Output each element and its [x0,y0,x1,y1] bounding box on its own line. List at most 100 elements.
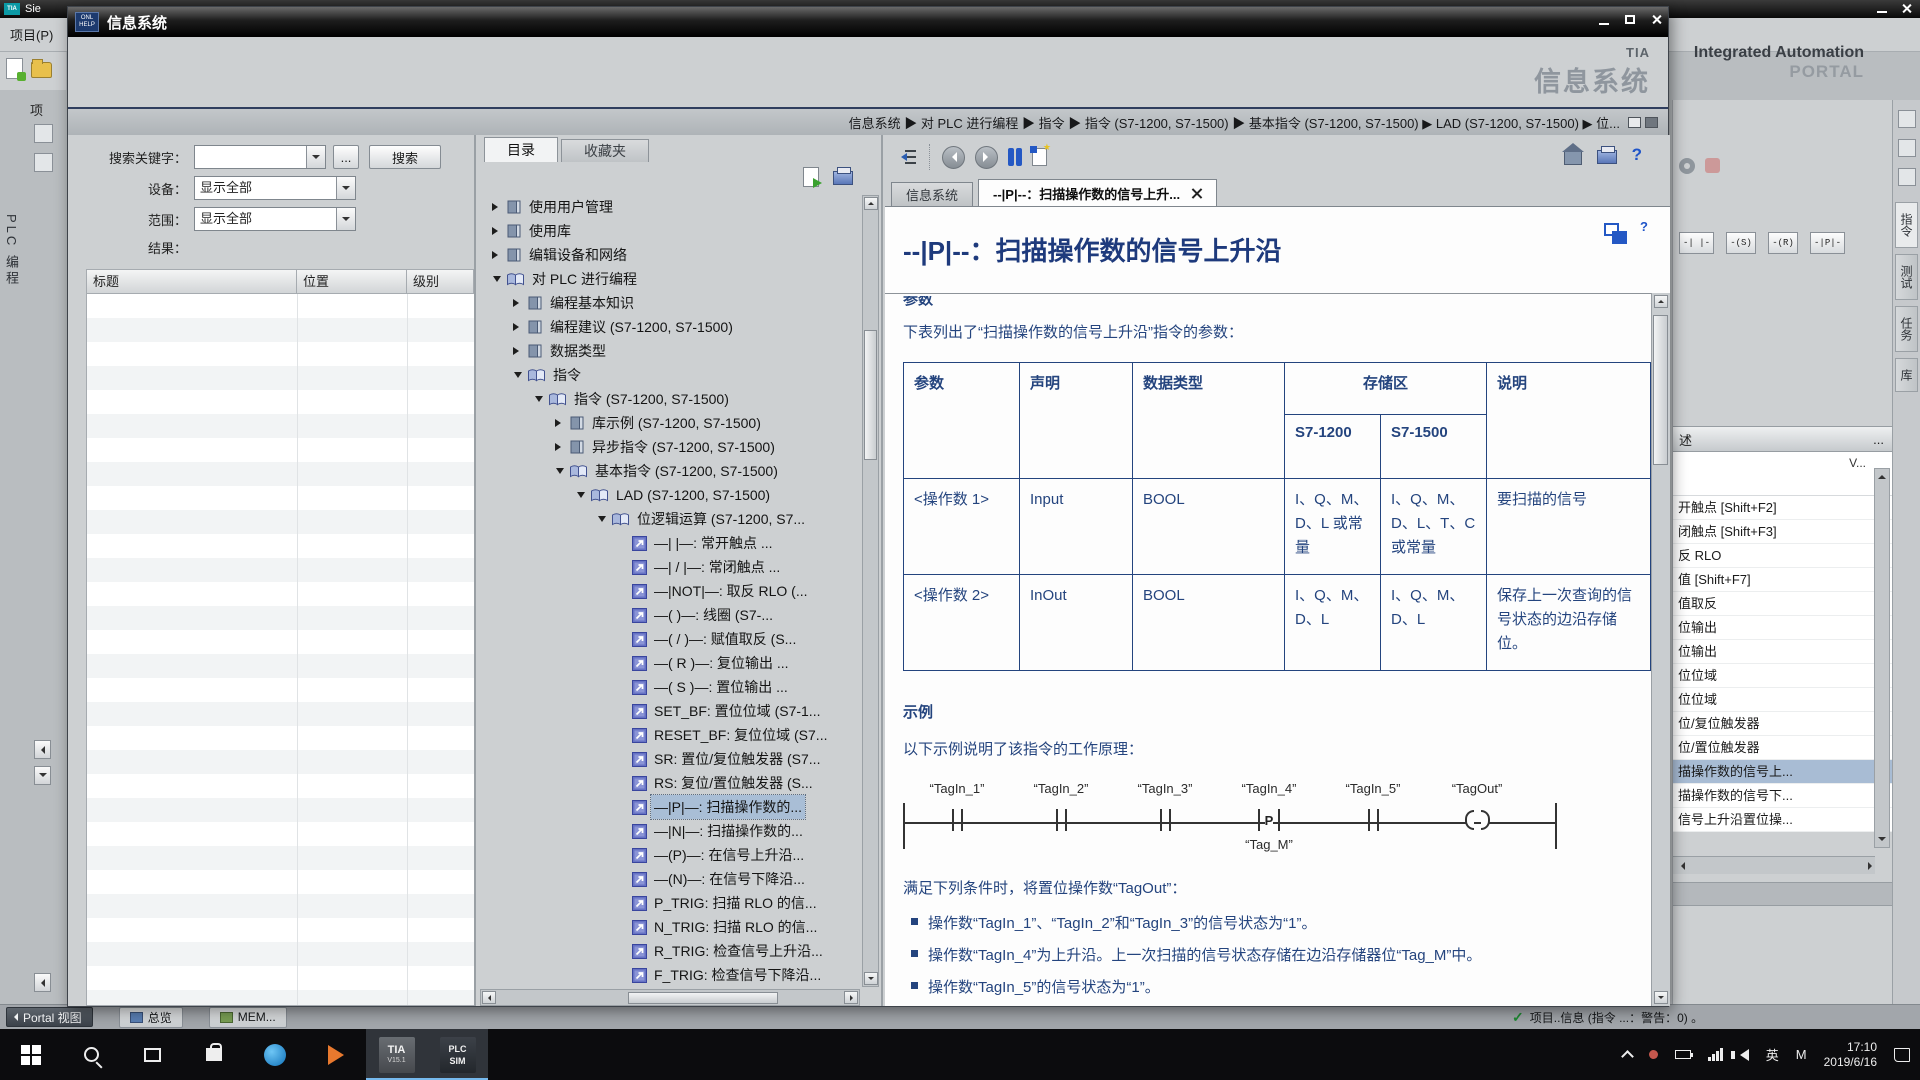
locate-in-contents-icon[interactable] [897,148,917,166]
gear-icon[interactable] [1679,158,1695,174]
close-icon[interactable] [1651,14,1662,25]
panel-icon[interactable] [34,153,53,172]
toc-item[interactable]: 编程基本知识 [480,291,860,315]
tab-tasks[interactable]: 任务 [1895,306,1918,352]
back-button[interactable] [942,146,965,169]
toc-item[interactable]: —|NOT|—: 取反 RLO (... [480,579,860,603]
strip-icon[interactable] [1898,139,1916,157]
toc-item[interactable]: —( R )—: 复位输出 ... [480,651,860,675]
tab-contents[interactable]: 目录 [484,137,558,162]
toc-item[interactable]: 位逻辑运算 (S7-1200, S7... [480,507,860,531]
instructions-scrollbar[interactable] [1874,468,1890,848]
tab-favorites[interactable]: 收藏夹 [561,139,649,162]
toc-horizontal-scrollbar[interactable] [480,989,860,1006]
editor-tab-block[interactable]: MEM... [209,1007,287,1028]
scroll-left-icon[interactable] [1677,862,1685,870]
toc-item[interactable]: —| / |—: 常闭触点 ... [480,555,860,579]
layout-icon[interactable] [1628,117,1641,128]
toc-item[interactable]: —|P|—: 扫描操作数的... [480,795,860,819]
next-palette-header[interactable] [1673,882,1893,906]
tab-instructions[interactable]: 指令 [1895,202,1918,248]
instruction-item[interactable]: 值 [Shift+F7] [1673,568,1892,592]
scroll-down-button[interactable] [864,972,878,985]
instruction-item[interactable]: 位位域 [1673,664,1892,688]
favorite-reset-coil-icon[interactable]: -(R) [1768,232,1798,254]
browser-button[interactable] [244,1029,305,1080]
toc-item[interactable]: 使用用户管理 [480,195,860,219]
toc-item[interactable]: —( )—: 线圈 (S7-... [480,603,860,627]
toc-item[interactable]: 编辑设备和网络 [480,243,860,267]
column-location[interactable]: 位置 [297,270,407,294]
toc-item[interactable]: RESET_BF: 复位位域 (S7... [480,723,860,747]
language-indicator[interactable]: 英 [1766,1045,1779,1064]
toc-item[interactable]: 指令 (S7-1200, S7-1500) [480,387,860,411]
scroll-thumb[interactable] [628,992,778,1004]
browse-button[interactable]: ... [333,145,359,169]
toc-item[interactable]: 编程建议 (S7-1200, S7-1500) [480,315,860,339]
favorite-contact-icon[interactable]: -| |- [1679,232,1714,254]
expand-icon[interactable] [553,443,567,451]
print-icon[interactable] [1597,150,1617,164]
toc-item[interactable]: —| |—: 常开触点 ... [480,531,860,555]
taskbar-plcsim[interactable]: PLC SIM [427,1029,488,1080]
instruction-item[interactable]: 信号上升沿置位操... [1673,808,1892,832]
toc-item[interactable]: R_TRIG: 检查信号上升沿... [480,939,860,963]
collapse-icon[interactable] [490,273,504,286]
expand-icon[interactable] [511,299,525,307]
print-icon[interactable] [833,171,853,185]
open-project-icon[interactable] [31,62,52,78]
toc-item[interactable]: —(P)—: 在信号上升沿... [480,843,860,867]
expand-icon[interactable] [490,203,504,211]
instruction-item[interactable]: 描操作数的信号下... [1673,784,1892,808]
instruction-item[interactable]: 反 RLO [1673,544,1892,568]
search-button[interactable]: 搜索 [369,145,441,169]
collapse-icon[interactable] [532,393,546,406]
instructions-hscrollbar[interactable] [1673,856,1875,874]
window-titlebar[interactable]: ONLHELP 信息系统 [68,7,1668,37]
scroll-right-icon[interactable] [1868,862,1876,870]
toc-item[interactable]: —(N)—: 在信号下降沿... [480,867,860,891]
menu-project[interactable]: 项目(P) [10,25,53,44]
notification-center-icon[interactable] [1894,1048,1910,1062]
instruction-item[interactable]: 描操作数的信号上... [1673,760,1892,784]
scroll-left-button[interactable] [482,991,496,1004]
store-button[interactable] [183,1029,244,1080]
breadcrumb[interactable]: 信息系统 ▶ 对 PLC 进行编程 ▶ 指令 ▶ 指令 (S7-1200, S7… [849,113,1620,132]
toc-item[interactable]: SET_BF: 置位位域 (S7-1... [480,699,860,723]
clock[interactable]: 17:10 2019/6/16 [1824,1040,1877,1070]
collapse-left-button[interactable] [34,740,51,759]
instruction-item[interactable]: 位输出 [1673,640,1892,664]
instruction-item[interactable]: 闭触点 [Shift+F3] [1673,520,1892,544]
help-icon[interactable]: ? [1632,145,1642,165]
ime-indicator[interactable]: M [1796,1047,1807,1062]
scroll-down-button[interactable] [1654,991,1668,1004]
instruction-item[interactable]: 位/置位触发器 [1673,736,1892,760]
collapse-bottom-left-button[interactable] [34,973,51,992]
collapse-icon[interactable] [553,465,567,478]
instruction-item[interactable]: 位位域 [1673,688,1892,712]
add-favorite-icon[interactable] [1032,148,1047,166]
volume-icon[interactable] [1740,1049,1749,1061]
portal-view-button[interactable]: Portal 视图 [6,1007,93,1027]
start-button[interactable] [0,1029,61,1080]
tab-topic[interactable]: --|P|--：扫描操作数的信号上升... [978,179,1217,206]
minimize-icon[interactable] [1599,23,1609,25]
scroll-thumb[interactable] [864,330,877,460]
show-topic-icon[interactable] [803,167,819,187]
expand-icon[interactable] [553,419,567,427]
bookmark-icon[interactable] [1008,148,1022,166]
scroll-up-icon[interactable] [1878,471,1886,479]
toc-item[interactable]: 异步指令 (S7-1200, S7-1500) [480,435,860,459]
toc-item[interactable]: 使用库 [480,219,860,243]
dropdown-icon[interactable] [336,177,355,199]
expand-icon[interactable] [511,323,525,331]
close-tab-icon[interactable] [1192,188,1202,198]
forward-button[interactable] [975,146,998,169]
tray-app-icon[interactable] [1649,1050,1658,1059]
toc-item[interactable]: 库示例 (S7-1200, S7-1500) [480,411,860,435]
dropdown-icon[interactable] [336,208,355,230]
panel-icon[interactable] [34,124,53,143]
toc-item[interactable]: —( S )—: 置位输出 ... [480,675,860,699]
column-title[interactable]: 标题 [87,270,297,294]
keyword-combobox[interactable] [194,145,326,169]
